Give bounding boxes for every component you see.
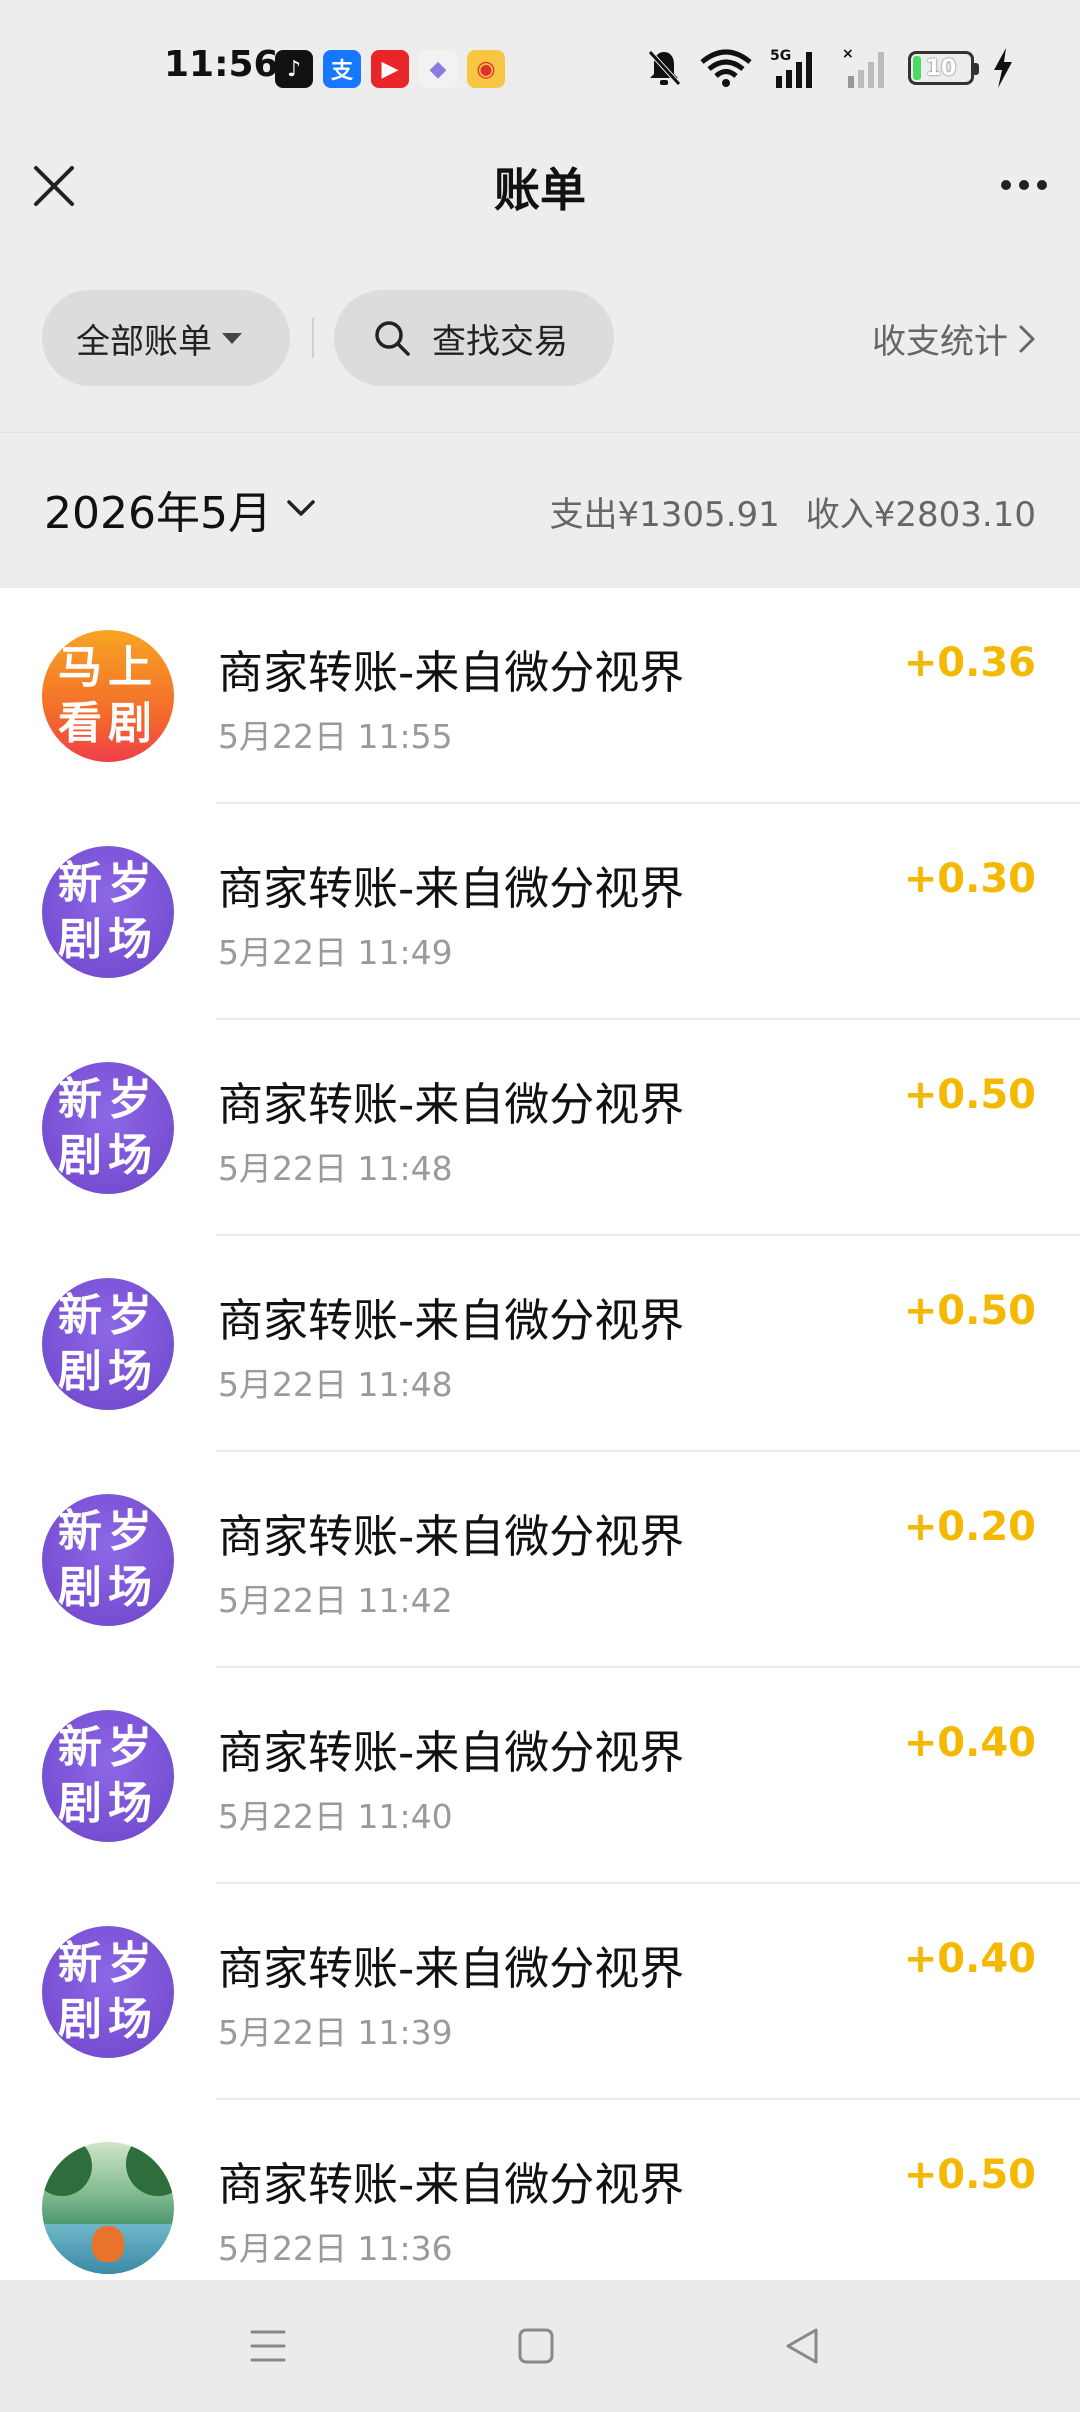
transaction-amount: +0.40 — [903, 1936, 1036, 1982]
status-time: 11:56 — [164, 44, 279, 85]
recents-button[interactable] — [238, 2316, 298, 2376]
transaction-amount: +0.50 — [903, 1288, 1036, 1334]
chevron-right-icon — [1019, 325, 1035, 352]
transaction-date: 5月22日 11:48 — [218, 1365, 453, 1404]
menu-lines-icon — [250, 2330, 286, 2362]
transaction-title: 商家转账-来自微分视界 — [218, 2158, 685, 2211]
svg-text:5G: 5G — [770, 48, 791, 64]
transaction-row[interactable]: 新岁剧场 商家转账-来自微分视界 5月22日 11:48 +0.50 — [0, 1020, 1080, 1236]
transaction-title: 商家转账-来自微分视界 — [218, 1942, 685, 1995]
transaction-list: 马上看剧 商家转账-来自微分视界 5月22日 11:55 +0.36 新岁剧场 … — [0, 588, 1080, 2280]
transaction-row[interactable]: 商家转账-来自微分视界 5月22日 11:36 +0.50 — [0, 2100, 1080, 2280]
chevron-down-icon — [287, 500, 315, 516]
filter-divider — [312, 318, 314, 358]
transaction-date: 5月22日 11:48 — [218, 1149, 453, 1188]
battery-icon: 10 — [908, 51, 979, 85]
cellular-5g-icon: 5G — [770, 48, 812, 88]
transaction-row[interactable]: 新岁剧场 商家转账-来自微分视界 5月22日 11:49 +0.30 — [0, 804, 1080, 1020]
transaction-date: 5月22日 11:39 — [218, 2013, 453, 2052]
merchant-avatar: 新岁剧场 — [42, 1278, 174, 1410]
transaction-date: 5月22日 11:42 — [218, 1581, 453, 1620]
avatar-text: 新岁剧场 — [58, 1938, 158, 2045]
bubble-app-icon: ◆ — [419, 50, 457, 88]
merchant-avatar-image — [42, 2142, 174, 2274]
month-totals: 支出¥1305.91 收入¥2803.10 — [550, 487, 1036, 536]
merchant-avatar: 新岁剧场 — [42, 1710, 174, 1842]
weibo-icon: ◉ — [467, 50, 505, 88]
avatar-text: 新岁剧场 — [58, 1074, 158, 1181]
all-bills-dropdown[interactable]: 全部账单 — [42, 290, 290, 386]
battery-level: 10 — [925, 55, 957, 81]
home-square-icon — [518, 2328, 554, 2364]
transaction-title: 商家转账-来自微分视界 — [218, 646, 685, 699]
charging-bolt-icon — [994, 48, 1012, 88]
mute-bell-icon — [648, 50, 681, 86]
transaction-row[interactable]: 新岁剧场 商家转账-来自微分视界 5月22日 11:39 +0.40 — [0, 1884, 1080, 2100]
transaction-row[interactable]: 新岁剧场 商家转账-来自微分视界 5月22日 11:42 +0.20 — [0, 1452, 1080, 1668]
transaction-amount: +0.36 — [903, 640, 1036, 686]
more-dots-icon — [1001, 180, 1011, 190]
transaction-title: 商家转账-来自微分视界 — [218, 1294, 685, 1347]
month-summary-bar: 2026年5月 支出¥1305.91 收入¥2803.10 — [0, 432, 1080, 588]
transaction-amount: +0.50 — [903, 2152, 1036, 2198]
wifi-icon — [700, 49, 752, 87]
svg-text:×: × — [842, 46, 854, 62]
transaction-amount: +0.20 — [903, 1504, 1036, 1550]
search-icon — [375, 321, 410, 356]
page-title: 账单 — [494, 163, 586, 217]
stats-label: 收支统计 — [872, 322, 1008, 362]
cellular-no-signal-icon: × — [842, 46, 884, 88]
merchant-avatar: 新岁剧场 — [42, 1926, 174, 2058]
close-button[interactable] — [24, 156, 84, 216]
search-label: 查找交易 — [432, 321, 568, 362]
alipay-icon: 支 — [323, 50, 361, 88]
expense-total: 支出¥1305.91 — [549, 495, 780, 535]
back-button[interactable] — [772, 2316, 832, 2376]
close-icon — [34, 166, 74, 206]
notification-app-icons: ♪ 支 ▶ ◆ ◉ — [275, 50, 505, 88]
caret-down-icon — [222, 332, 242, 344]
transaction-row[interactable]: 新岁剧场 商家转账-来自微分视界 5月22日 11:40 +0.40 — [0, 1668, 1080, 1884]
merchant-avatar: 新岁剧场 — [42, 1494, 174, 1626]
merchant-avatar: 马上看剧 — [42, 630, 174, 762]
douyin-icon: ♪ — [275, 50, 313, 88]
more-button[interactable] — [994, 160, 1054, 210]
avatar-text: 马上看剧 — [58, 642, 158, 749]
more-dot — [1019, 180, 1029, 190]
home-button[interactable] — [506, 2316, 566, 2376]
system-nav-bar — [0, 2280, 1080, 2412]
month-label: 2026年5月 — [44, 488, 272, 539]
month-selector[interactable]: 2026年5月 — [44, 477, 316, 541]
status-bar: 11:56 ♪ 支 ▶ ◆ ◉ 5G × 10 — [0, 0, 1080, 140]
transaction-title: 商家转账-来自微分视界 — [218, 1078, 685, 1131]
status-indicators: 5G × 10 — [646, 46, 1014, 90]
transaction-amount: +0.30 — [903, 856, 1036, 902]
transaction-row[interactable]: 新岁剧场 商家转账-来自微分视界 5月22日 11:48 +0.50 — [0, 1236, 1080, 1452]
transaction-title: 商家转账-来自微分视界 — [218, 862, 685, 915]
transaction-row[interactable]: 马上看剧 商家转账-来自微分视界 5月22日 11:55 +0.36 — [0, 588, 1080, 804]
more-dot — [1037, 180, 1047, 190]
avatar-text: 新岁剧场 — [58, 1506, 158, 1613]
avatar-text: 新岁剧场 — [58, 858, 158, 965]
back-triangle-icon — [786, 2328, 818, 2364]
transaction-date: 5月22日 11:49 — [218, 933, 453, 972]
transaction-amount: +0.50 — [903, 1072, 1036, 1118]
transaction-title: 商家转账-来自微分视界 — [218, 1726, 685, 1779]
transaction-date: 5月22日 11:36 — [218, 2229, 453, 2268]
avatar-text: 新岁剧场 — [58, 1722, 158, 1829]
transaction-date: 5月22日 11:55 — [218, 717, 453, 756]
transaction-amount: +0.40 — [903, 1720, 1036, 1766]
filter-row: 全部账单 查找交易 收支统计 — [0, 288, 1080, 388]
income-total: 收入¥2803.10 — [805, 495, 1036, 535]
income-expense-stats-link[interactable]: 收支统计 — [872, 314, 1036, 363]
merchant-avatar: 新岁剧场 — [42, 846, 174, 978]
transaction-title: 商家转账-来自微分视界 — [218, 1510, 685, 1563]
search-transactions-button[interactable]: 查找交易 — [334, 290, 614, 386]
app-header: 账单 — [0, 140, 1080, 280]
transaction-date: 5月22日 11:40 — [218, 1797, 453, 1836]
merchant-avatar: 新岁剧场 — [42, 1062, 174, 1194]
video-app-icon: ▶ — [371, 50, 409, 88]
avatar-text: 新岁剧场 — [58, 1290, 158, 1397]
all-bills-label: 全部账单 — [76, 321, 212, 362]
